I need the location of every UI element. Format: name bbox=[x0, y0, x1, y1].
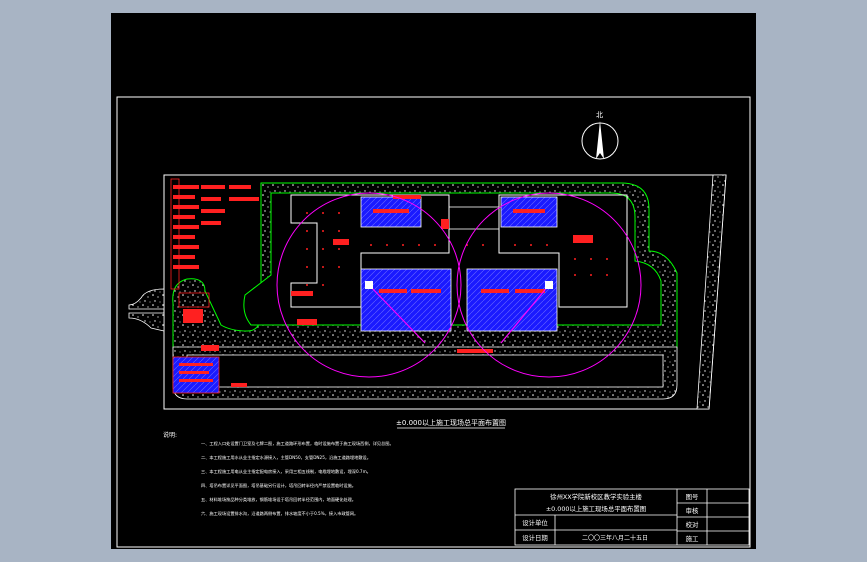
note-line-3: 三、本工程施工用电从业主指定配电房接入，采用三相五线制，电缆埋地敷设，埋深0.7… bbox=[201, 468, 371, 475]
title-block-date-value: 二〇〇三年八月二十五日 bbox=[582, 534, 648, 542]
title-block-label-check: 校对 bbox=[686, 520, 699, 529]
plan-title: ±0.000以上施工现场总平面布置图 bbox=[396, 418, 506, 427]
crane-east-base bbox=[545, 281, 553, 289]
title-block-drawing-name: ±0.000以上施工现场总平面布置图 bbox=[546, 504, 646, 513]
title-block-project: 徐州XX学院新校区教学实验主楼 bbox=[550, 492, 642, 501]
green-strip bbox=[696, 174, 727, 410]
block-southeast bbox=[466, 268, 558, 332]
title-block-unit-label: 设计单位 bbox=[522, 518, 548, 527]
drawing-sheet: 北 ±0.000以上施工现场总平面布置图 说明: 一、工程入口处设置门卫室及七牌… bbox=[111, 13, 756, 549]
entrance-road-south bbox=[128, 312, 165, 332]
note-line-4: 四、塔吊布置详见平面图，塔吊基础另行设计，塔吊回转半径内严禁设置临时设施。 bbox=[201, 482, 356, 489]
north-arrow bbox=[581, 121, 619, 160]
title-block-label-construction: 施工 bbox=[686, 534, 699, 543]
block-southwest bbox=[360, 268, 452, 332]
note-line-6: 六、施工现场设置排水沟，沿道路两侧布置，排水坡度不小于0.5%，接入市政管网。 bbox=[201, 510, 358, 517]
title-block-label-review: 审核 bbox=[686, 506, 699, 515]
title-block-label-drawing-no: 图号 bbox=[686, 493, 699, 501]
south-yard bbox=[186, 354, 664, 388]
north-label: 北 bbox=[596, 111, 603, 119]
crane-west-base bbox=[365, 281, 373, 289]
note-line-2: 二、本工程施工用水从业主指定水源接入，主管DN50，支管DN25，沿施工道路埋地… bbox=[201, 454, 371, 461]
notes-heading: 说明: bbox=[163, 431, 177, 439]
title-block-date-label: 设计日期 bbox=[522, 533, 548, 542]
entrance-road bbox=[128, 288, 165, 310]
note-line-1: 一、工程入口处设置门卫室及七牌二图，施工道路环形布置，临时设施布置于施工现场西侧… bbox=[201, 440, 394, 447]
note-line-5: 五、材料堆场按品种分类堆放，钢筋堆场设于塔吊回转半径范围内，地面硬化处理。 bbox=[201, 496, 356, 503]
